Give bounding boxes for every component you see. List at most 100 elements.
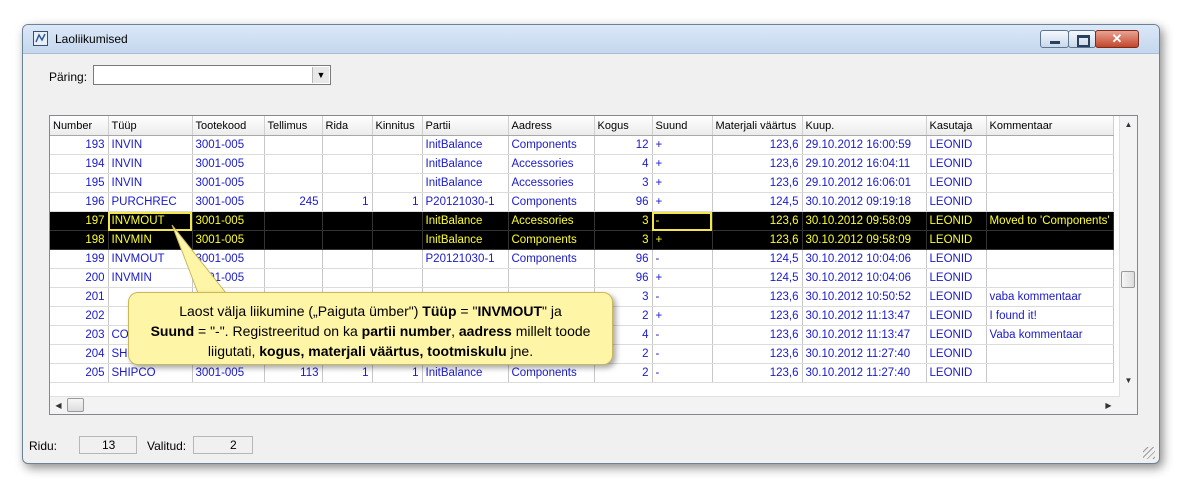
table-row[interactable]: 195 INVIN 3001-005 InitBalance Accessories 3 +… [50, 173, 1114, 193]
cell-order: 245 [264, 192, 323, 212]
cell-value: 124,5 [712, 192, 803, 212]
cell-comment [986, 192, 1114, 212]
cell-comment [986, 268, 1114, 288]
rows-label: Ridu: [29, 439, 58, 453]
cell-date: 30.10.2012 11:13:47 [802, 325, 927, 345]
cell-confirm [372, 154, 423, 174]
cell-comment [986, 249, 1114, 269]
cell-confirm [372, 173, 423, 193]
status-bar: Ridu: 13 Valitud: 2 [23, 427, 1159, 463]
cell-date: 30.10.2012 11:13:47 [802, 306, 927, 326]
column-header-user[interactable]: Kasutaja [926, 116, 987, 136]
cell-batch: P20121030-1 [422, 249, 509, 269]
table-header: Number Tüüp Tootekood Tellimus Rida Kinnitus P… [50, 116, 1114, 136]
column-header-qty[interactable]: Kogus [594, 116, 653, 136]
table-row[interactable]: 194 INVIN 3001-005 InitBalance Accessories 4 +… [50, 154, 1114, 174]
annotation-callout: Laost välja liikumine („Paiguta ümber") … [128, 292, 613, 365]
cell-order [264, 173, 323, 193]
app-icon [33, 31, 48, 46]
cell-date: 29.10.2012 16:06:01 [802, 173, 927, 193]
cell-qty: 96 [594, 249, 653, 269]
cell-confirm [372, 249, 423, 269]
cell-line [322, 173, 373, 193]
cell-confirm: 1 [372, 192, 423, 212]
table-row[interactable]: 196 PURCHREC 3001-005 245 1 1 P20121030-1 Compo… [50, 192, 1114, 212]
cell-number: 195 [50, 173, 109, 193]
cell-order [264, 154, 323, 174]
cell-type: INVIN [108, 154, 193, 174]
cell-dir: + [652, 268, 713, 288]
vertical-scrollbar[interactable]: ▲ ▼ [1119, 116, 1137, 414]
cell-value: 123,6 [712, 306, 803, 326]
selected-label: Valitud: [147, 439, 187, 453]
cell-confirm: 1 [372, 363, 423, 383]
cell-value: 123,6 [712, 230, 803, 250]
scroll-left-icon[interactable]: ◀ [50, 397, 67, 414]
cell-comment: Vaba kommentaar [986, 325, 1114, 345]
window-title: Laoliikumised [55, 32, 128, 46]
cell-user: LEONID [926, 192, 987, 212]
cell-dir: - [652, 287, 713, 307]
cell-qty: 4 [594, 154, 653, 174]
cell-address: Components [508, 135, 595, 155]
column-header-number[interactable]: Number [50, 116, 109, 136]
cell-date: 30.10.2012 09:19:18 [802, 192, 927, 212]
vertical-scroll-thumb[interactable] [1121, 271, 1135, 288]
cell-user: LEONID [926, 135, 987, 155]
cell-comment [986, 230, 1114, 250]
cell-batch: InitBalance [422, 363, 509, 383]
column-header-value[interactable]: Materjali väärtus [712, 116, 803, 136]
cell-value: 124,5 [712, 249, 803, 269]
cell-comment: I found it! [986, 306, 1114, 326]
chevron-down-icon[interactable]: ▼ [312, 67, 329, 83]
cell-line [322, 268, 373, 288]
cell-batch [422, 268, 509, 288]
cell-qty: 2 [594, 363, 653, 383]
close-button[interactable]: ✕ [1095, 30, 1139, 48]
scroll-up-icon[interactable]: ▲ [1120, 116, 1137, 133]
cell-type: PURCHREC [108, 192, 193, 212]
cell-comment [986, 135, 1114, 155]
table-row[interactable]: 205 SHIPCO 3001-005 113 1 1 InitBalance Compone… [50, 363, 1114, 383]
cell-date: 30.10.2012 09:58:09 [802, 230, 927, 250]
horizontal-scroll-thumb[interactable] [67, 398, 84, 412]
cell-dir: + [652, 135, 713, 155]
scroll-down-icon[interactable]: ▼ [1120, 372, 1137, 389]
column-header-date[interactable]: Kuup. [802, 116, 927, 136]
cell-number: 197 [50, 211, 109, 231]
cell-comment [986, 154, 1114, 174]
cell-number: 193 [50, 135, 109, 155]
cell-address: Accessories [508, 154, 595, 174]
cell-line [322, 230, 373, 250]
resize-grip-icon[interactable] [1143, 447, 1155, 459]
column-header-type[interactable]: Tüüp [108, 116, 193, 136]
query-select[interactable]: ▼ [93, 65, 331, 85]
cell-order [264, 268, 323, 288]
selected-count: 2 [193, 436, 253, 454]
cell-number: 202 [50, 306, 109, 326]
minimize-button[interactable] [1040, 30, 1069, 48]
cell-number: 205 [50, 363, 109, 383]
table-row[interactable]: 193 INVIN 3001-005 InitBalance Components 12 +… [50, 135, 1114, 155]
cell-value: 123,6 [712, 135, 803, 155]
cell-code: 3001-005 [192, 192, 265, 212]
column-header-comment[interactable]: Kommentaar [986, 116, 1114, 136]
column-header-code[interactable]: Tootekood [192, 116, 265, 136]
cell-address: Components [508, 192, 595, 212]
cell-date: 30.10.2012 11:27:40 [802, 344, 927, 364]
horizontal-scrollbar[interactable]: ◀ ▶ [50, 396, 1120, 414]
cell-date: 29.10.2012 16:00:59 [802, 135, 927, 155]
cell-user: LEONID [926, 306, 987, 326]
column-header-order[interactable]: Tellimus [264, 116, 323, 136]
minimize-icon [1050, 41, 1060, 44]
column-header-line[interactable]: Rida [322, 116, 373, 136]
cell-user: LEONID [926, 249, 987, 269]
column-header-confirm[interactable]: Kinnitus [372, 116, 423, 136]
scroll-right-icon[interactable]: ▶ [1100, 397, 1117, 414]
maximize-button[interactable] [1068, 30, 1096, 48]
column-header-batch[interactable]: Partii [422, 116, 509, 136]
column-header-dir[interactable]: Suund [652, 116, 713, 136]
cell-dir: - [652, 363, 713, 383]
column-header-address[interactable]: Aadress [508, 116, 595, 136]
cell-qty: 3 [594, 173, 653, 193]
